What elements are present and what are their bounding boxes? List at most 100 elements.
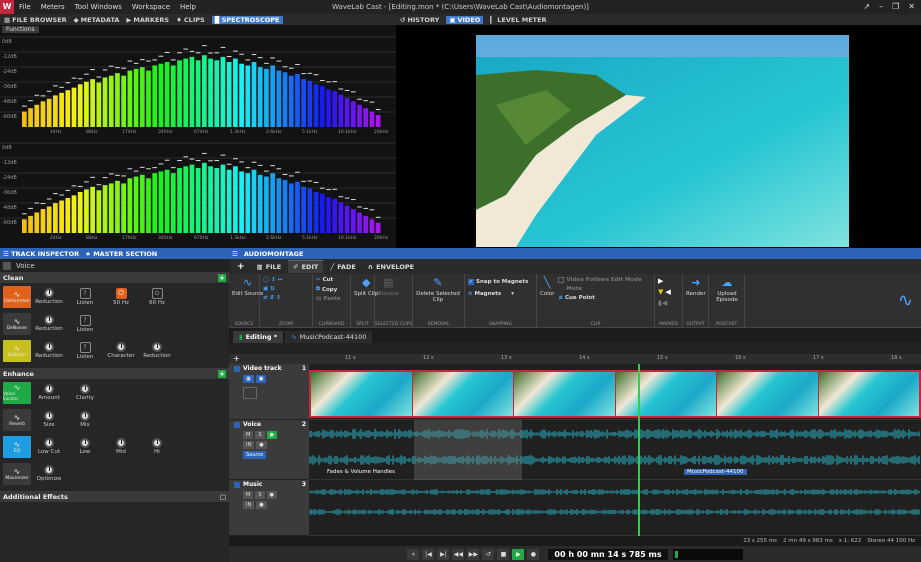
tab-master-section[interactable]: ★ MASTER SECTION (85, 250, 157, 258)
menu-meters[interactable]: Meters (36, 3, 70, 11)
plugin-control[interactable]: Optimize (31, 465, 67, 482)
add-icon[interactable]: + (218, 273, 226, 282)
delete-clip-button[interactable]: ✎ Delete Selected Clip (416, 276, 460, 328)
menu-workspace[interactable]: Workspace (127, 3, 175, 11)
section-clean[interactable]: Clean + (0, 272, 229, 283)
tab-level-meter[interactable]: ▎ LEVEL METER (490, 16, 546, 24)
play-icon[interactable]: ▶ (512, 548, 525, 560)
plugin-control[interactable]: Low Cut (31, 438, 67, 455)
go-to-start-icon[interactable]: |◀ (422, 548, 435, 560)
mute-button[interactable]: Mute (558, 286, 642, 292)
color-button[interactable]: ╲ Color (540, 276, 554, 328)
plugin-control[interactable]: ⏻ 50 Hz (103, 287, 139, 306)
plugin-control[interactable]: Character (103, 342, 139, 359)
music-lane[interactable] (308, 480, 921, 536)
track-header-music[interactable]: Music 3 M S ● IN ● (229, 480, 309, 536)
plugin-control[interactable]: ? Listen (67, 314, 103, 333)
stop-icon[interactable]: ■ (497, 548, 510, 560)
time-display[interactable]: 00 h 00 mn 14 s 785 ms (548, 548, 668, 560)
render-button[interactable]: ➜ Render (686, 276, 706, 328)
plugin-control[interactable]: Hi (139, 438, 175, 455)
go-to-end-icon[interactable]: ▶| (437, 548, 450, 560)
video-follows-checkbox[interactable]: Video Follows Edit Mode (558, 277, 642, 283)
section-enhance[interactable]: Enhance + (0, 368, 229, 379)
music-clip-label[interactable]: MusicPodcast-44100 (684, 469, 747, 475)
ribbon-tab-fade[interactable]: ╱ FADE (325, 261, 360, 273)
restore-icon[interactable]: ❐ (892, 2, 899, 11)
tab-clips[interactable]: ♦ CLIPS (176, 16, 205, 24)
zoom-out-icon[interactable]: ⇄ ⇵ ⇕ (263, 295, 282, 301)
audio-format[interactable]: Stereo 44 100 Hz (867, 538, 915, 544)
collapse-icon[interactable]: □ (220, 493, 226, 501)
video-settings-button[interactable]: ▦ (243, 375, 254, 383)
plugin-toggle-button[interactable]: ∿ DeEsser (3, 339, 31, 362)
app-logo-icon[interactable]: W (0, 0, 14, 14)
cue-point-dropdown[interactable]: ≢ Cue Point (558, 295, 642, 301)
upload-episode-button[interactable]: ☁ Upload Episode (712, 276, 742, 328)
tab-metadata[interactable]: ◆ METADATA (74, 16, 120, 24)
monitor-icon[interactable]: ● (256, 441, 267, 449)
zoom-in-icon[interactable]: ◯ ↕ ↦ (263, 277, 282, 283)
transport-menu-icon[interactable]: « (407, 548, 420, 560)
time-ruler[interactable]: 11 s 12 s 13 s 14 s 15 s 16 s 17 s 18 s (309, 354, 921, 364)
plugin-toggle-button[interactable]: ∿ DeNoiser (3, 312, 31, 335)
bounce-button[interactable]: ▦ Bounce (378, 276, 399, 328)
functions-button[interactable]: Functions (2, 26, 39, 33)
cut-button[interactable]: ✂ Cut (316, 277, 340, 283)
plugin-control[interactable]: Mix (67, 411, 103, 428)
solo-button[interactable]: S (255, 431, 265, 439)
record-icon[interactable]: ● (527, 548, 540, 560)
plugin-toggle-button[interactable]: ∿ EQ (3, 435, 31, 458)
plugin-control[interactable]: Reduction (31, 342, 67, 359)
prev-marker-icon[interactable]: ▼ ◀ (658, 288, 671, 296)
minimize-icon[interactable]: – (879, 2, 883, 11)
record-icon[interactable]: ● (266, 431, 277, 439)
section-additional-effects[interactable]: Additional Effects □ (0, 491, 229, 502)
plugin-control[interactable]: Size (31, 411, 67, 428)
snap-to-magnets-checkbox[interactable]: ✓ Snap to Magnets (468, 279, 528, 285)
plugin-toggle-button[interactable]: ∿ Voice Exciter (3, 381, 31, 404)
video-lane[interactable] (309, 364, 921, 420)
tab-markers[interactable]: ▶ MARKERS (126, 16, 169, 24)
plugin-control[interactable]: Amount (31, 384, 67, 401)
plugin-toggle-button[interactable]: ∿ Maximizer (3, 462, 31, 485)
voice-lane[interactable]: Fades & Volume Handles MusicPodcast-4410… (308, 420, 921, 480)
magnets-dropdown[interactable]: ∩ Magnets ▾ (468, 291, 528, 297)
fast-forward-icon[interactable]: ▶▶ (467, 548, 480, 560)
menu-help[interactable]: Help (175, 3, 201, 11)
edit-source-button[interactable]: ∿ Edit Source (232, 276, 263, 328)
tab-editing[interactable]: ▮ Editing * (233, 331, 284, 343)
fullscreen-icon[interactable]: ↗ (863, 2, 870, 11)
track-header-video[interactable]: Video track 1 ▦ ▣ (229, 364, 309, 420)
mute-button[interactable]: M (243, 491, 254, 499)
ribbon-tab-envelope[interactable]: ∩ ENVELOPE (363, 261, 419, 273)
menu-tool-windows[interactable]: Tool Windows (70, 3, 127, 11)
input-button[interactable]: IN (243, 441, 255, 449)
record-icon[interactable]: ● (266, 491, 277, 499)
plugin-control[interactable]: Reduction (139, 342, 175, 359)
plugin-toggle-button[interactable]: ∿ DeHummer (3, 285, 31, 308)
tab-video[interactable]: ▣ VIDEO (446, 15, 484, 24)
tab-spectroscope[interactable]: ▉ SPECTROSCOPE (211, 15, 283, 24)
plugin-control[interactable]: ⏻ 60 Hz (139, 287, 175, 306)
menu-file[interactable]: File (14, 3, 36, 11)
ribbon-tab-edit[interactable]: ✐ EDIT (288, 260, 324, 273)
plugin-toggle-button[interactable]: ∿ Reverb (3, 408, 31, 431)
rewind-icon[interactable]: ◀◀ (452, 548, 465, 560)
input-button[interactable]: IN (243, 501, 255, 509)
plugin-control[interactable]: Reduction (31, 315, 67, 332)
plugin-control[interactable]: ? Listen (67, 287, 103, 306)
monitor-icon[interactable]: ● (256, 501, 267, 509)
track-selector[interactable]: Voice (0, 259, 229, 272)
video-clip[interactable] (309, 370, 921, 418)
marker-range-icon[interactable]: ▮◀ (658, 299, 671, 307)
ribbon-tab-file[interactable]: ▦ FILE (252, 261, 287, 273)
plugin-control[interactable]: Mid (103, 438, 139, 455)
add-icon[interactable]: + (218, 369, 226, 378)
plugin-control[interactable]: ? Listen (67, 341, 103, 360)
close-icon[interactable]: ✕ (908, 2, 915, 11)
plugin-control[interactable]: Clarity (67, 384, 103, 401)
solo-button[interactable]: S (255, 491, 265, 499)
paste-button[interactable]: ▤ Paste (316, 296, 340, 302)
plugin-control[interactable]: Low (67, 438, 103, 455)
